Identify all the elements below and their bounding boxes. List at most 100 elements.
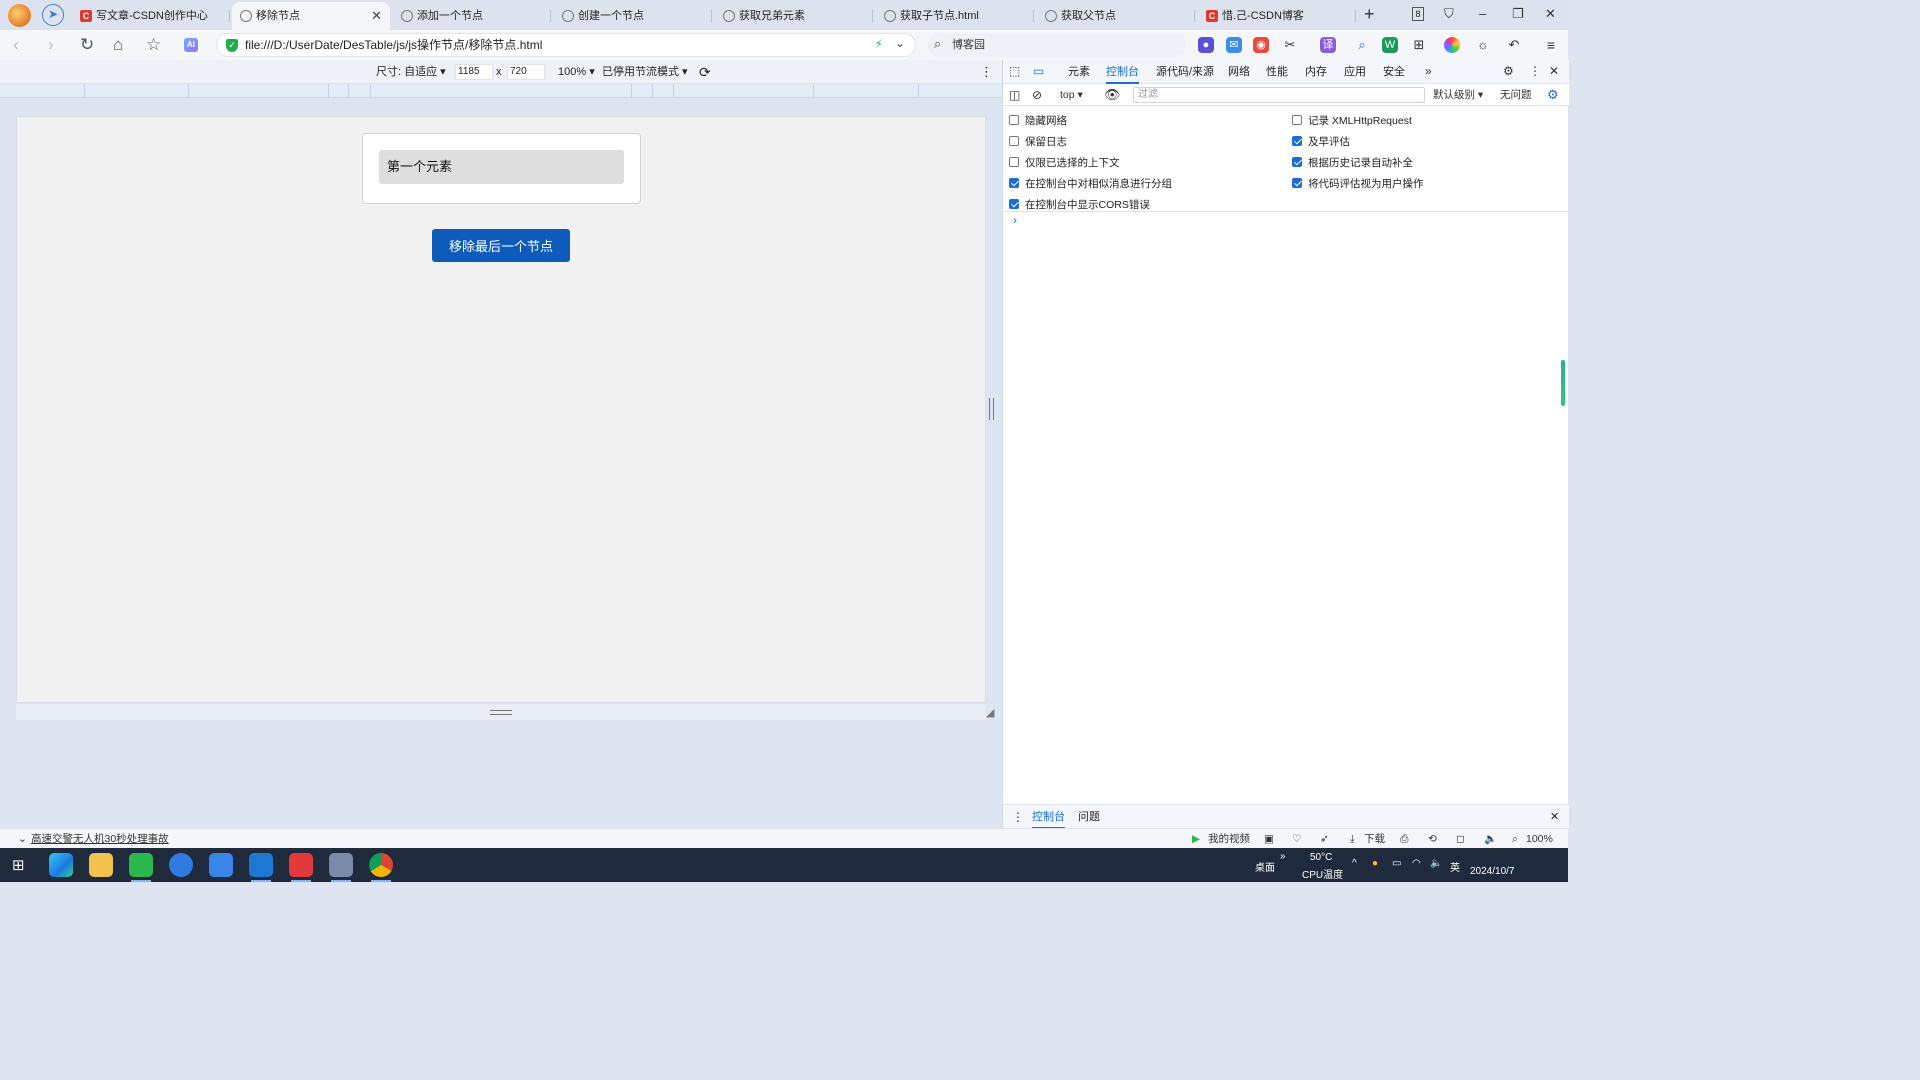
zoom-icon[interactable]: ⌕ (1512, 829, 1518, 849)
drawer-tab-issues[interactable]: 问题 (1078, 805, 1100, 829)
option-user-activation[interactable]: 将代码评估视为用户操作 (1292, 177, 1424, 191)
viewport-height-input[interactable]: 720 (507, 64, 545, 80)
file-explorer-icon[interactable] (89, 853, 113, 877)
filter-input[interactable]: 过滤 (1133, 87, 1425, 103)
checkbox[interactable] (1009, 115, 1019, 125)
browser-360-icon[interactable] (129, 853, 153, 882)
checkbox[interactable] (1009, 136, 1019, 146)
tab-network[interactable]: 网络 (1228, 60, 1250, 84)
user-avatar[interactable] (8, 4, 31, 27)
close-window-button[interactable]: ✕ (1545, 6, 1556, 22)
tab-get-siblings[interactable]: 获取兄弟元素 (715, 2, 873, 30)
reload-button[interactable]: ↻ (80, 35, 94, 55)
width-resize-handle[interactable] (989, 398, 994, 420)
kebab-menu-icon[interactable]: ⋮ (1529, 64, 1541, 78)
search-box[interactable]: ⌕ 博客园 (928, 33, 1186, 57)
close-tab-icon[interactable]: ✕ (371, 2, 382, 30)
news-link[interactable]: 高速交警无人机30秒处理事故 (31, 829, 169, 849)
wifi-icon[interactable]: ◠ (1412, 858, 1421, 869)
heart-icon[interactable]: ♡ (1292, 829, 1301, 849)
find-icon[interactable]: ⌕ (1354, 37, 1370, 53)
more-tabs-icon[interactable]: » (1425, 64, 1432, 78)
device-toggle-icon[interactable]: ▭ (1033, 64, 1044, 78)
address-bar[interactable]: ✓ file:///D:/UserDate/DesTable/js/js操作节点… (216, 33, 916, 57)
tab-console[interactable]: 控制台 (1106, 60, 1139, 84)
ie-icon[interactable] (169, 853, 193, 877)
inspect-element-icon[interactable]: ⬚ (1009, 64, 1020, 78)
tab-performance[interactable]: 性能 (1266, 60, 1288, 84)
lightning-icon[interactable]: ⚡ (875, 37, 883, 51)
favorite-star-icon[interactable]: ☆ (146, 35, 161, 55)
tab-get-children[interactable]: 获取子节点.html (876, 2, 1034, 30)
tab-write-article[interactable]: C 写文章-CSDN创作中心 (72, 2, 230, 30)
shirt-icon[interactable]: ⛉ (1444, 6, 1454, 22)
zoom-dropdown[interactable]: 100% ▾ (558, 60, 595, 84)
tab-count-badge[interactable]: 8 (1412, 7, 1424, 21)
option-autocomplete-history[interactable]: 根据历史记录自动补全 (1292, 156, 1413, 170)
window-icon[interactable]: ◻ (1456, 829, 1465, 849)
color-wheel-icon[interactable] (1444, 37, 1460, 53)
remove-last-node-button[interactable]: 移除最后一个节点 (432, 229, 570, 262)
rotate-icon[interactable]: ⟳ (699, 60, 711, 84)
url-text[interactable]: file:///D:/UserDate/DesTable/js/js操作节点/移… (245, 34, 542, 56)
tab-security[interactable]: 安全 (1383, 60, 1405, 84)
tray-chevron-icon[interactable]: ^ (1352, 858, 1357, 869)
rocket-icon[interactable]: ➶ (1320, 829, 1329, 849)
mail-app-icon[interactable] (209, 853, 233, 877)
restore-button[interactable]: ❐ (1512, 6, 1524, 22)
checkbox[interactable] (1009, 178, 1019, 188)
tray-window-icon[interactable]: ▭ (1392, 858, 1401, 869)
home-button[interactable]: ⌂ (113, 35, 123, 55)
log-level-dropdown[interactable]: 默认级别 ▾ (1433, 84, 1483, 106)
forward-button[interactable]: › (48, 35, 54, 55)
download-label[interactable]: 下载 (1364, 829, 1385, 849)
undo-icon[interactable]: ↶ (1506, 37, 1522, 53)
tab-create-node[interactable]: 创建一个节点 (554, 2, 712, 30)
apps-grid-icon[interactable]: ⊞ (1411, 37, 1427, 53)
option-hide-network[interactable]: 隐藏网络 (1009, 114, 1067, 128)
checkbox[interactable] (1009, 157, 1019, 167)
tab-elements[interactable]: 元素 (1068, 60, 1090, 84)
console-prompt[interactable]: › (1013, 213, 1017, 227)
checkbox[interactable] (1009, 199, 1019, 209)
new-tab-button[interactable]: + (1364, 4, 1375, 25)
throttle-dropdown[interactable]: 已停用节流模式 ▾ (602, 60, 688, 84)
edge-icon[interactable] (49, 853, 73, 877)
chevron-down-icon[interactable]: ⌄ (18, 829, 27, 849)
height-resize-handle[interactable] (16, 704, 986, 720)
navigate-icon[interactable]: ➤ (42, 4, 64, 26)
netease-music-icon[interactable] (289, 853, 313, 882)
tab-get-parent[interactable]: 获取父节点 (1037, 2, 1195, 30)
my-video-link[interactable]: 我的视频 (1208, 829, 1250, 849)
more-icon[interactable]: » (1280, 851, 1286, 862)
word-icon[interactable]: W (1382, 37, 1398, 53)
printer-icon[interactable]: ⎙ (1400, 829, 1408, 849)
tray-app-icon[interactable]: ● (1372, 858, 1378, 869)
chevron-down-icon[interactable]: ⌄ (895, 36, 905, 50)
mail-icon[interactable]: ✉ (1226, 37, 1242, 53)
desktop-label[interactable]: 桌面 (1255, 859, 1275, 874)
checkbox[interactable] (1292, 115, 1302, 125)
corner-resize-icon[interactable]: ◢ (986, 706, 994, 719)
tab-add-node[interactable]: 添加一个节点 (393, 2, 551, 30)
tab-memory[interactable]: 内存 (1305, 60, 1327, 84)
sidebar-toggle-icon[interactable]: ◫ (1009, 84, 1020, 106)
option-selected-context[interactable]: 仅限已选择的上下文 (1009, 156, 1120, 170)
speaker-icon[interactable]: 🔈 (1484, 829, 1497, 849)
menu-icon[interactable]: ≡ (1543, 37, 1559, 53)
download-icon[interactable]: ⤓ (1350, 829, 1355, 849)
windows-start-icon[interactable]: ⊞ (12, 856, 25, 874)
refresh-icon[interactable]: ⟲ (1428, 829, 1437, 849)
option-eager-eval[interactable]: 及早评估 (1292, 135, 1350, 149)
viewport-width-input[interactable]: 1185 (455, 64, 493, 80)
brightness-icon[interactable]: ☼ (1475, 37, 1491, 53)
chrome-icon[interactable] (369, 853, 393, 882)
option-show-cors[interactable]: 在控制台中显示CORS错误 (1009, 198, 1150, 212)
extension-bot-icon[interactable]: ● (1198, 37, 1214, 53)
eye-icon[interactable]: 👁 (1104, 84, 1121, 106)
ime-indicator[interactable]: 英 (1450, 859, 1460, 874)
close-drawer-icon[interactable]: ✕ (1550, 805, 1559, 829)
vscode-icon[interactable] (249, 853, 273, 882)
context-selector[interactable]: top ▾ (1060, 84, 1083, 106)
console-settings-icon[interactable]: ⚙ (1547, 84, 1559, 106)
